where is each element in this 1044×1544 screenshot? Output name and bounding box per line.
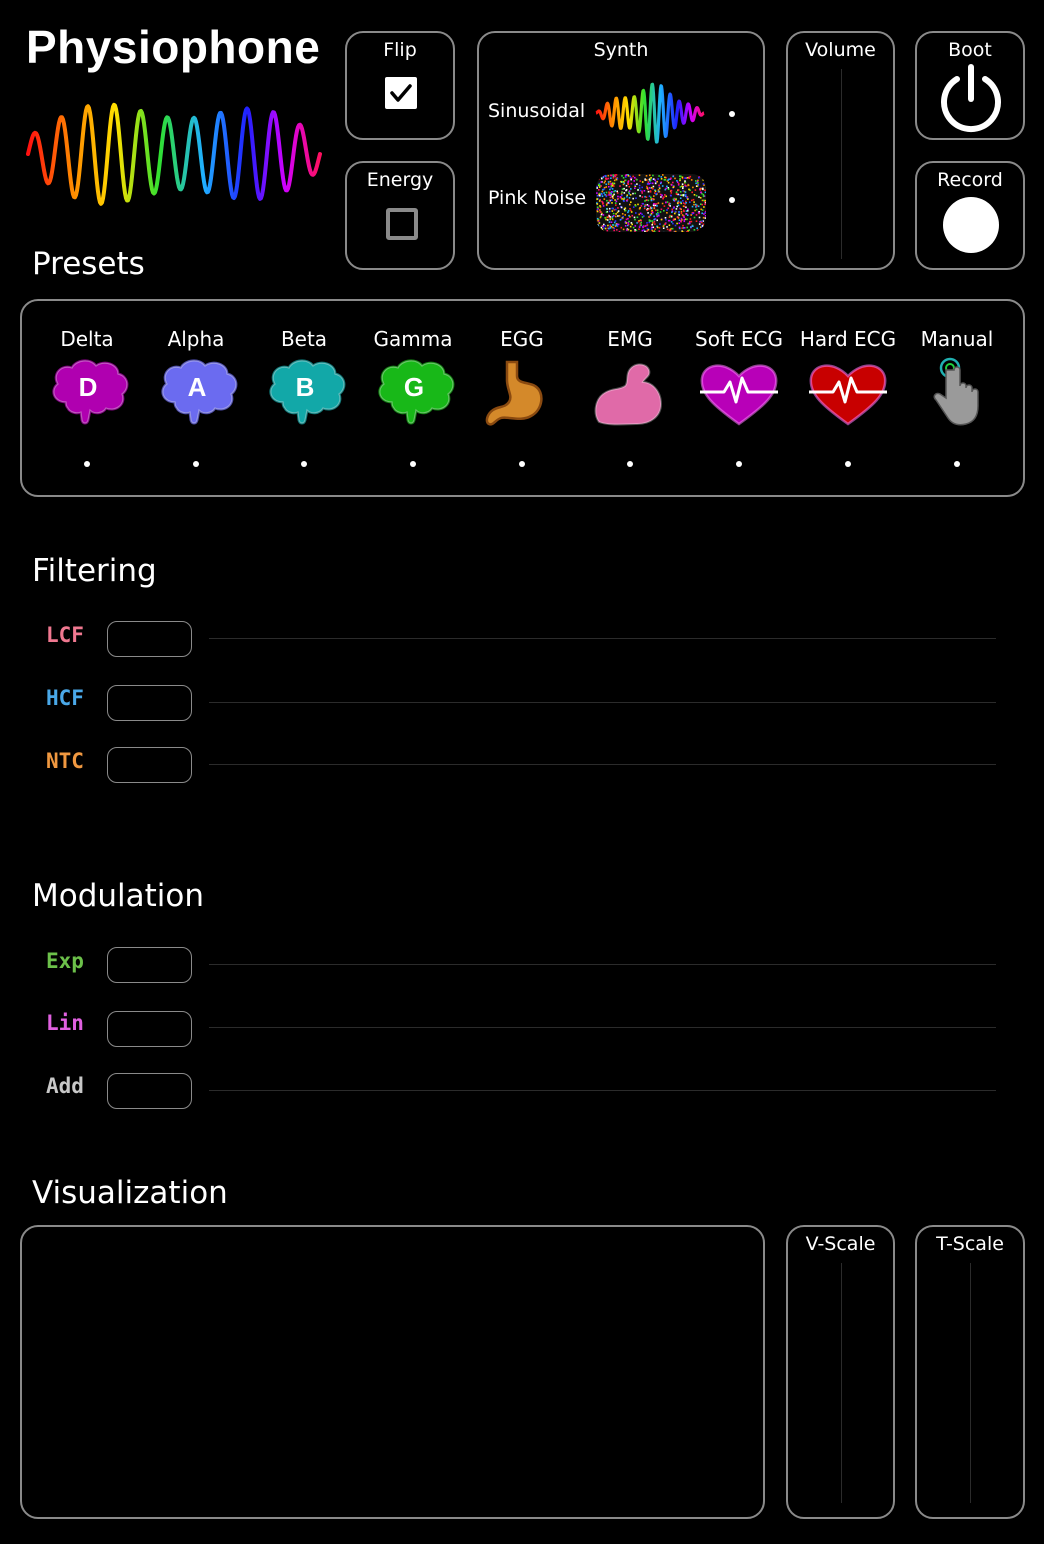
brain-icon: D [52, 359, 129, 425]
hcf-slider-track[interactable] [209, 702, 996, 703]
hand-pointer-icon [933, 357, 979, 426]
volume-track[interactable] [841, 69, 842, 259]
boot-label: Boot [948, 39, 992, 61]
visualization-heading: Visualization [32, 1175, 228, 1211]
preset-letter: B [296, 372, 315, 402]
t-scale-track[interactable] [970, 1263, 971, 1503]
t-scale-slider[interactable]: T-Scale [915, 1225, 1025, 1519]
preset-hard-ecg[interactable]: Hard ECG [794, 324, 902, 432]
preset-manual[interactable]: Manual [903, 324, 1011, 432]
flip-label: Flip [383, 39, 417, 61]
ntc-value-input[interactable] [107, 747, 192, 783]
t-scale-label: T-Scale [936, 1233, 1004, 1255]
preset-label: Manual [920, 327, 994, 351]
lcf-label: LCF [46, 623, 84, 647]
exp-label: Exp [46, 949, 84, 973]
ntc-label: NTC [46, 749, 84, 773]
add-label: Add [46, 1074, 84, 1098]
lin-slider-track[interactable] [209, 1027, 996, 1028]
preset-radio-soft-ecg[interactable] [736, 461, 742, 467]
lcf-slider-track[interactable] [209, 638, 996, 639]
preset-radio-alpha[interactable] [193, 461, 199, 467]
preset-label: Soft ECG [695, 327, 783, 351]
presets-heading: Presets [32, 246, 145, 282]
preset-radio-egg[interactable] [519, 461, 525, 467]
lcf-value-input[interactable] [107, 621, 192, 657]
synth-radio-pink-noise[interactable] [729, 197, 735, 203]
volume-label: Volume [805, 39, 876, 61]
record-button[interactable]: Record [915, 161, 1025, 270]
muscle-arm-icon [594, 363, 663, 426]
preset-beta[interactable]: Beta B [250, 324, 358, 432]
preset-radio-emg[interactable] [627, 461, 633, 467]
power-icon [941, 64, 1001, 133]
stomach-icon [485, 360, 543, 426]
preset-emg[interactable]: EMG [576, 324, 684, 432]
preset-soft-ecg[interactable]: Soft ECG [685, 324, 793, 432]
record-label: Record [937, 169, 1003, 191]
hcf-value-input[interactable] [107, 685, 192, 721]
record-icon [943, 197, 999, 253]
preset-delta[interactable]: Delta D [33, 324, 141, 432]
filtering-heading: Filtering [32, 553, 157, 589]
preset-radio-manual[interactable] [954, 461, 960, 467]
add-value-input[interactable] [107, 1073, 192, 1109]
ntc-slider-track[interactable] [209, 764, 996, 765]
lin-value-input[interactable] [107, 1011, 192, 1047]
energy-toggle[interactable]: Energy [345, 161, 455, 270]
exp-slider-track[interactable] [209, 964, 996, 965]
preset-radio-hard-ecg[interactable] [845, 461, 851, 467]
preset-gamma[interactable]: Gamma G [359, 324, 467, 432]
synth-option-pink-noise[interactable]: Pink Noise [488, 187, 586, 209]
synth-option-sinusoidal[interactable]: Sinusoidal [488, 100, 585, 122]
v-scale-track[interactable] [841, 1263, 842, 1503]
v-scale-label: V-Scale [805, 1233, 876, 1255]
heart-pulse-icon [700, 364, 778, 426]
preset-radio-delta[interactable] [84, 461, 90, 467]
brain-icon: A [161, 359, 238, 425]
modulation-heading: Modulation [32, 878, 205, 914]
hcf-label: HCF [46, 686, 84, 710]
app-title: Physiophone [26, 21, 321, 73]
preset-label: EMG [607, 327, 653, 351]
energy-label: Energy [366, 169, 434, 191]
synth-label: Synth [593, 39, 649, 61]
brain-icon: G [378, 359, 455, 425]
rainbow-wave-logo [26, 102, 322, 206]
exp-value-input[interactable] [107, 947, 192, 983]
noise-icon [596, 174, 706, 232]
flip-checkbox[interactable] [385, 77, 417, 109]
flip-toggle[interactable]: Flip [345, 31, 455, 140]
synth-radio-sinusoidal[interactable] [729, 111, 735, 117]
preset-label: Gamma [373, 327, 453, 351]
visualization-canvas [20, 1225, 765, 1519]
checkmark-icon [390, 84, 412, 102]
preset-letter: A [188, 372, 207, 402]
preset-alpha[interactable]: Alpha A [142, 324, 250, 432]
preset-radio-beta[interactable] [301, 461, 307, 467]
preset-label: Delta [60, 327, 114, 351]
synth-panel: Synth [477, 31, 765, 270]
heart-pulse-icon [809, 364, 887, 426]
v-scale-slider[interactable]: V-Scale [786, 1225, 895, 1519]
energy-checkbox[interactable] [386, 208, 418, 240]
brain-icon: B [269, 359, 346, 425]
preset-letter: D [79, 372, 98, 402]
preset-egg[interactable]: EGG [468, 324, 576, 432]
boot-button[interactable]: Boot [915, 31, 1025, 140]
preset-label: Hard ECG [799, 327, 897, 351]
preset-label: EGG [500, 327, 544, 351]
preset-radio-gamma[interactable] [410, 461, 416, 467]
volume-slider[interactable]: Volume [786, 31, 895, 270]
lin-label: Lin [46, 1011, 84, 1035]
preset-label: Beta [280, 327, 328, 351]
sine-wave-icon [594, 82, 706, 144]
preset-label: Alpha [167, 327, 225, 351]
preset-letter: G [404, 372, 424, 402]
add-slider-track[interactable] [209, 1090, 996, 1091]
